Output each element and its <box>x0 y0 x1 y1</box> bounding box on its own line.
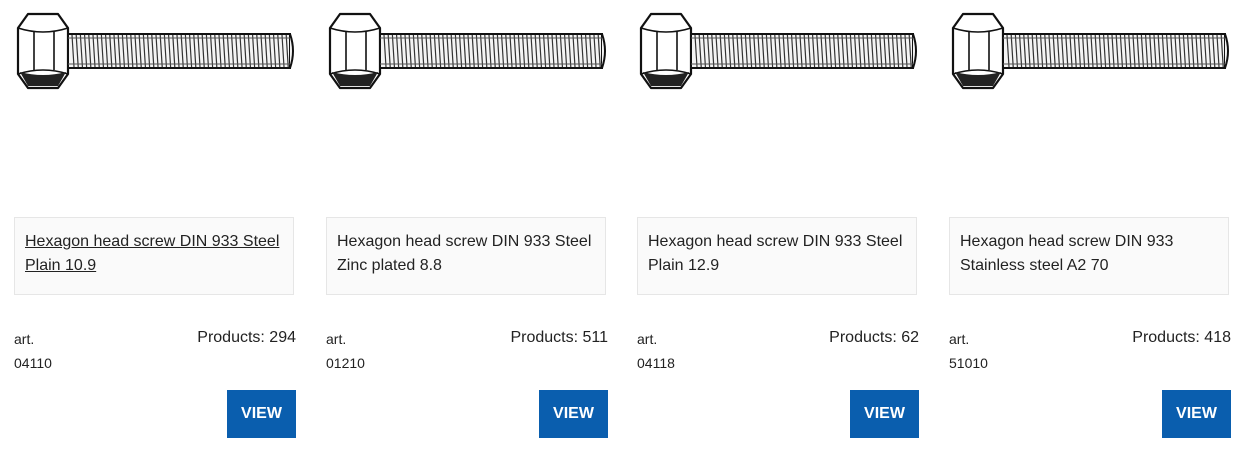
products-count: Products: 294 <box>197 329 296 346</box>
art-label: art. <box>14 331 35 347</box>
product-grid: Hexagon head screw DIN 933 Steel Plain 1… <box>14 0 1231 452</box>
product-image[interactable] <box>326 8 608 98</box>
products-count: Products: 511 <box>510 329 608 346</box>
hexagon-head-bolt-icon <box>328 12 606 90</box>
view-button[interactable]: VIEW <box>850 390 919 438</box>
art-label: art. <box>326 331 347 347</box>
art-number: 04110 <box>14 355 52 371</box>
art-number: 51010 <box>949 355 988 371</box>
product-title-link[interactable]: Hexagon head screw DIN 933 Steel Plain 1… <box>648 230 906 278</box>
product-card: Hexagon head screw DIN 933 Steel Zinc pl… <box>326 0 608 452</box>
view-button[interactable]: VIEW <box>227 390 296 438</box>
product-title-box: Hexagon head screw DIN 933 Stainless ste… <box>949 217 1229 295</box>
product-image[interactable] <box>14 8 296 98</box>
view-button[interactable]: VIEW <box>1162 390 1231 438</box>
product-card: Hexagon head screw DIN 933 Steel Plain 1… <box>637 0 919 452</box>
product-title-box: Hexagon head screw DIN 933 Steel Plain 1… <box>637 217 917 295</box>
hexagon-head-bolt-icon <box>16 12 294 90</box>
art-number: 01210 <box>326 355 365 371</box>
product-title-link[interactable]: Hexagon head screw DIN 933 Stainless ste… <box>960 230 1218 278</box>
product-title-box: Hexagon head screw DIN 933 Steel Plain 1… <box>14 217 294 295</box>
art-label: art. <box>949 331 970 347</box>
art-number: 04118 <box>637 355 675 371</box>
product-card: Hexagon head screw DIN 933 Steel Plain 1… <box>14 0 296 452</box>
product-card: Hexagon head screw DIN 933 Stainless ste… <box>949 0 1231 452</box>
view-button[interactable]: VIEW <box>539 390 608 438</box>
product-image[interactable] <box>949 8 1231 98</box>
product-title-link[interactable]: Hexagon head screw DIN 933 Steel Plain 1… <box>25 230 283 278</box>
product-image[interactable] <box>637 8 919 98</box>
product-title-box: Hexagon head screw DIN 933 Steel Zinc pl… <box>326 217 606 295</box>
hexagon-head-bolt-icon <box>639 12 917 90</box>
products-count: Products: 62 <box>829 329 919 346</box>
art-label: art. <box>637 331 658 347</box>
product-title-link[interactable]: Hexagon head screw DIN 933 Steel Zinc pl… <box>337 230 595 278</box>
products-count: Products: 418 <box>1132 329 1231 346</box>
hexagon-head-bolt-icon <box>951 12 1229 90</box>
